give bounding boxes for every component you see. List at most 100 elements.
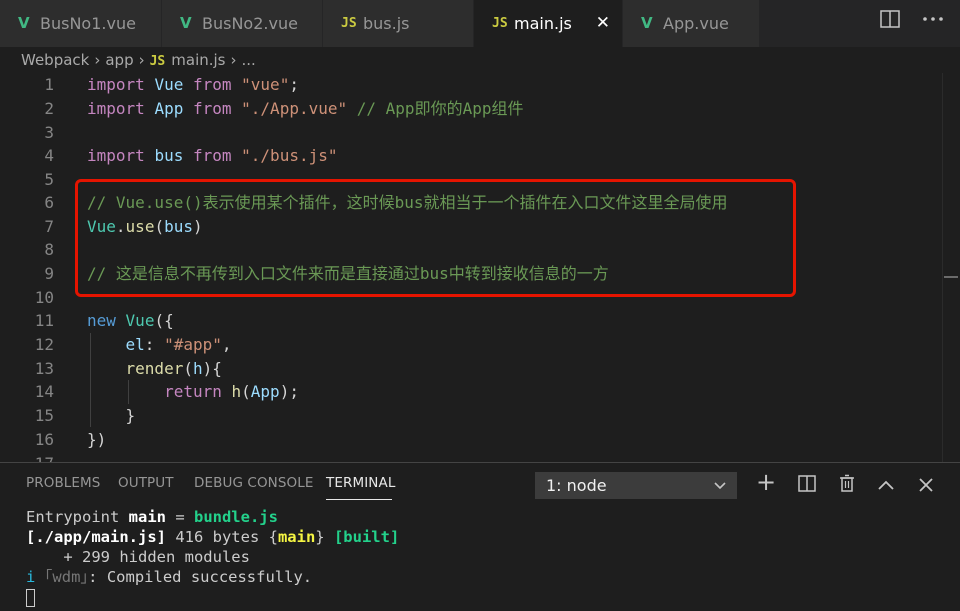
vue-file-icon: V (18, 14, 30, 32)
chevron-down-icon (713, 472, 727, 509)
new-terminal-plus-icon[interactable]: + (756, 470, 776, 494)
chevron-right-icon: › (230, 51, 237, 69)
function-name: render (125, 359, 184, 378)
close-tab-icon[interactable]: ✕ (596, 0, 610, 47)
maximize-panel-chevron-up-icon[interactable] (877, 476, 895, 498)
close-panel-icon[interactable] (919, 476, 933, 498)
tab-label: bus.js (363, 14, 410, 33)
keyword: from (192, 99, 232, 118)
split-terminal-icon[interactable] (798, 475, 816, 498)
js-file-icon: JS (341, 16, 357, 31)
punctuation: ( (241, 382, 251, 401)
keyword: import (87, 75, 145, 94)
punctuation: ; (289, 75, 299, 94)
line-number: 17 (0, 452, 54, 462)
tab-busno2-vue[interactable]: V BusNo2.vue (162, 0, 322, 47)
terminal-select[interactable]: 1: node (535, 472, 737, 499)
line-number: 11 (34, 311, 54, 330)
tab-app-vue[interactable]: V App.vue (623, 0, 759, 47)
identifier: App (250, 382, 280, 401)
tab-label: App.vue (663, 14, 729, 33)
tab-label: BusNo1.vue (40, 14, 136, 33)
keyword: new (87, 311, 116, 330)
tab-bus-js[interactable]: JS bus.js (323, 0, 473, 47)
keyword: return (164, 382, 222, 401)
keyword: from (192, 146, 232, 165)
string: "./bus.js" (241, 146, 338, 165)
identifier: Vue (125, 311, 155, 330)
string: "./App.vue" (241, 99, 348, 118)
terminal-text: : Compiled successfully. (88, 568, 313, 586)
punctuation: ({ (154, 311, 174, 330)
code-line-12: el: "#app", (87, 333, 232, 357)
js-file-icon: JS (149, 54, 166, 69)
chevron-right-icon: › (138, 51, 145, 69)
identifier: Vue (154, 75, 184, 94)
breadcrumb-more[interactable]: ... (242, 47, 256, 73)
vue-file-icon: V (180, 14, 192, 32)
tab-busno1-vue[interactable]: V BusNo1.vue (0, 0, 161, 47)
line-number: 6 (44, 193, 54, 212)
line-number: 4 (44, 146, 54, 165)
vertical-scrollbar[interactable] (942, 73, 960, 462)
punctuation: }) (87, 430, 107, 449)
chevron-right-icon: › (94, 51, 101, 69)
identifier: h (192, 359, 203, 378)
split-editor-icon[interactable] (880, 10, 900, 32)
terminal-line: i ｢wdm｣: Compiled successfully. (26, 567, 312, 587)
punctuation: } (125, 406, 136, 425)
terminal-text: main (277, 528, 316, 546)
terminal-text: main (128, 508, 166, 526)
tab-main-js[interactable]: JS main.js ✕ (474, 0, 622, 47)
code-line-15: } (87, 404, 136, 428)
terminal-text: bundle.js (193, 508, 278, 526)
tab-debug-console[interactable]: DEBUG CONSOLE (194, 475, 314, 491)
code-editor[interactable]: 1 2 3 4 5 6 7 8 9 10 11 12 13 14 15 16 1… (0, 73, 960, 462)
terminal-text: Entrypoint (26, 508, 129, 526)
line-number: 3 (44, 123, 54, 142)
punctuation: ){ (202, 359, 222, 378)
breadcrumb-item-webpack[interactable]: Webpack (21, 47, 89, 73)
line-number: 14 (34, 382, 54, 401)
identifier: App (154, 99, 184, 118)
line-number: 1 (44, 75, 54, 94)
line-number: 16 (34, 430, 54, 449)
editor-actions (860, 0, 960, 47)
line-number: 9 (44, 264, 54, 283)
terminal-text: } (315, 528, 334, 546)
line-number: 7 (44, 217, 54, 236)
line-number: 15 (34, 406, 54, 425)
code-line-2: import App from "./App.vue" // App即你的App… (87, 97, 523, 121)
breadcrumb-item-main-js[interactable]: main.js (171, 47, 225, 73)
tab-problems[interactable]: PROBLEMS (26, 475, 100, 491)
js-file-icon: JS (492, 16, 508, 31)
terminal-line: [./app/main.js] 416 bytes {main} [built] (26, 527, 399, 547)
code-line-14: return h(App); (87, 380, 299, 404)
active-tab-underline (326, 499, 392, 500)
more-actions-icon[interactable] (922, 8, 944, 34)
breadcrumb-item-app[interactable]: app (105, 47, 133, 73)
property-key: el (125, 335, 145, 354)
editor-tab-bar: V BusNo1.vue V BusNo2.vue JS bus.js JS m… (0, 0, 960, 47)
scrollbar-marker (944, 276, 958, 278)
code-line-4: import bus from "./bus.js" (87, 144, 337, 168)
tab-terminal[interactable]: TERMINAL (326, 475, 395, 491)
code-line-11: new Vue({ (87, 309, 174, 333)
breadcrumb: Webpack › app › JS main.js ›... (0, 47, 960, 73)
keyword: import (87, 99, 145, 118)
function-name: h (231, 382, 242, 401)
terminal-line: Entrypoint main = bundle.js (26, 507, 278, 527)
trash-icon[interactable] (838, 474, 856, 499)
terminal-cursor[interactable] (26, 589, 35, 607)
tab-label: BusNo2.vue (202, 14, 298, 33)
line-number: 13 (34, 359, 54, 378)
line-number: 12 (34, 335, 54, 354)
comment: // App即你的App组件 (356, 99, 524, 118)
code-line-1: import Vue from "vue"; (87, 73, 299, 97)
tab-output[interactable]: OUTPUT (118, 475, 174, 491)
terminal-line: + 299 hidden modules (26, 548, 250, 566)
terminal-select-value: 1: node (546, 476, 607, 495)
string: "#app" (164, 335, 222, 354)
vue-file-icon: V (641, 14, 653, 32)
terminal-text: 416 bytes { (165, 528, 278, 546)
